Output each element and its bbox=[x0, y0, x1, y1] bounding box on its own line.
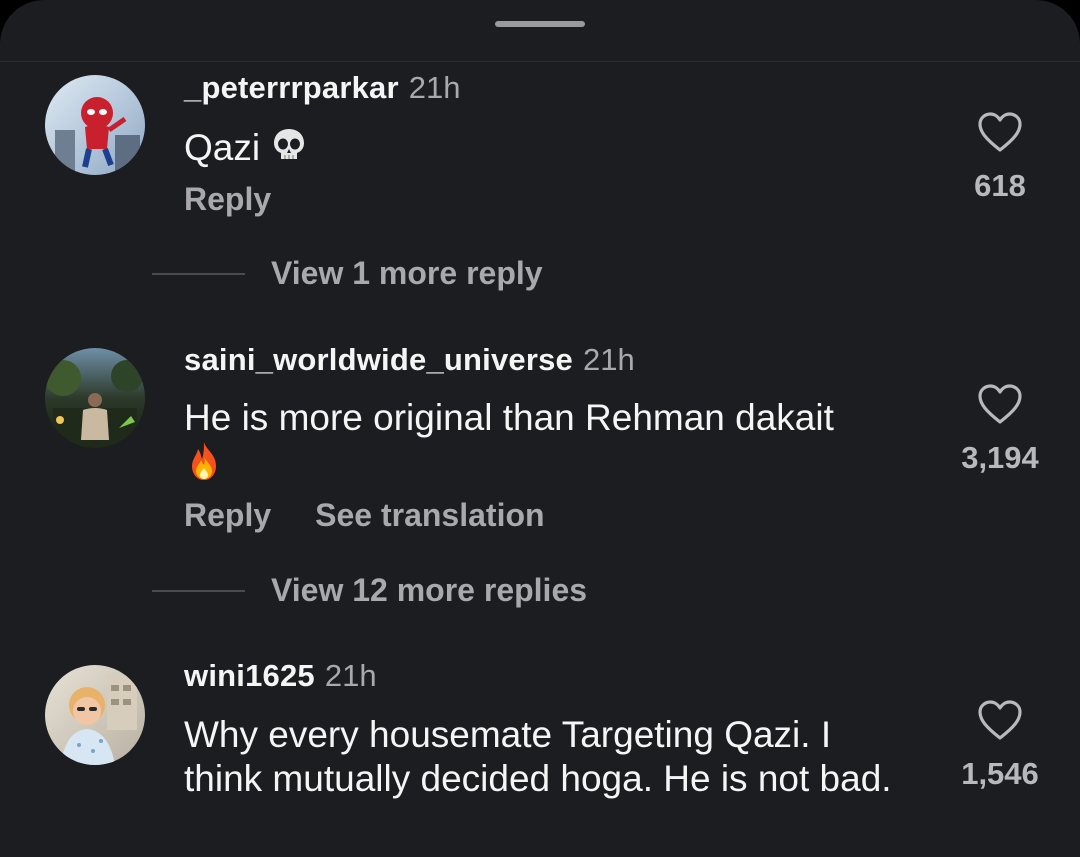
divider bbox=[152, 589, 245, 592]
like-count: 3,194 bbox=[961, 440, 1039, 475]
comment-text: He is more original than Rehman dakait bbox=[184, 396, 904, 492]
view-replies-button[interactable]: View 12 more replies bbox=[152, 572, 587, 609]
comments-sheet: _peterrrparkar 21h Qazi Reply 618 View 1… bbox=[0, 0, 1080, 857]
comment-text-content: He is more original than Rehman dakait bbox=[184, 397, 834, 438]
reply-button[interactable]: Reply bbox=[184, 497, 271, 533]
comment-text: Why every housemate Targeting Qazi. I th… bbox=[184, 714, 892, 799]
reply-button[interactable]: Reply bbox=[184, 181, 271, 217]
view-replies-button[interactable]: View 1 more reply bbox=[152, 255, 543, 292]
divider bbox=[0, 61, 1080, 62]
heart-icon[interactable] bbox=[976, 382, 1024, 426]
like-group: 618 bbox=[940, 110, 1060, 204]
like-group: 3,194 bbox=[940, 382, 1060, 476]
view-replies-label: View 12 more replies bbox=[271, 572, 588, 608]
timestamp: 21h bbox=[583, 342, 635, 377]
timestamp: 21h bbox=[324, 658, 377, 693]
like-group: 1,546 bbox=[940, 698, 1060, 792]
timestamp: 21h bbox=[408, 70, 461, 105]
avatar[interactable] bbox=[45, 348, 145, 448]
heart-icon[interactable] bbox=[976, 110, 1024, 154]
like-count: 1,546 bbox=[961, 756, 1039, 791]
heart-icon[interactable] bbox=[976, 698, 1024, 742]
comment-text-content: Qazi bbox=[184, 127, 261, 168]
fire-emoji-icon bbox=[184, 440, 224, 492]
username[interactable]: wini1625 bbox=[184, 658, 315, 693]
username[interactable]: _peterrrparkar bbox=[184, 70, 399, 105]
avatar[interactable] bbox=[45, 665, 145, 765]
comment-text: Qazi bbox=[184, 126, 904, 174]
drag-handle[interactable] bbox=[495, 21, 585, 27]
like-count: 618 bbox=[974, 168, 1026, 203]
avatar[interactable] bbox=[45, 75, 145, 175]
see-translation-button[interactable]: See translation bbox=[315, 497, 544, 533]
skull-emoji-icon bbox=[270, 126, 308, 174]
username[interactable]: saini_worldwide_universe bbox=[184, 342, 573, 377]
divider bbox=[152, 272, 245, 275]
view-replies-label: View 1 more reply bbox=[271, 255, 543, 291]
